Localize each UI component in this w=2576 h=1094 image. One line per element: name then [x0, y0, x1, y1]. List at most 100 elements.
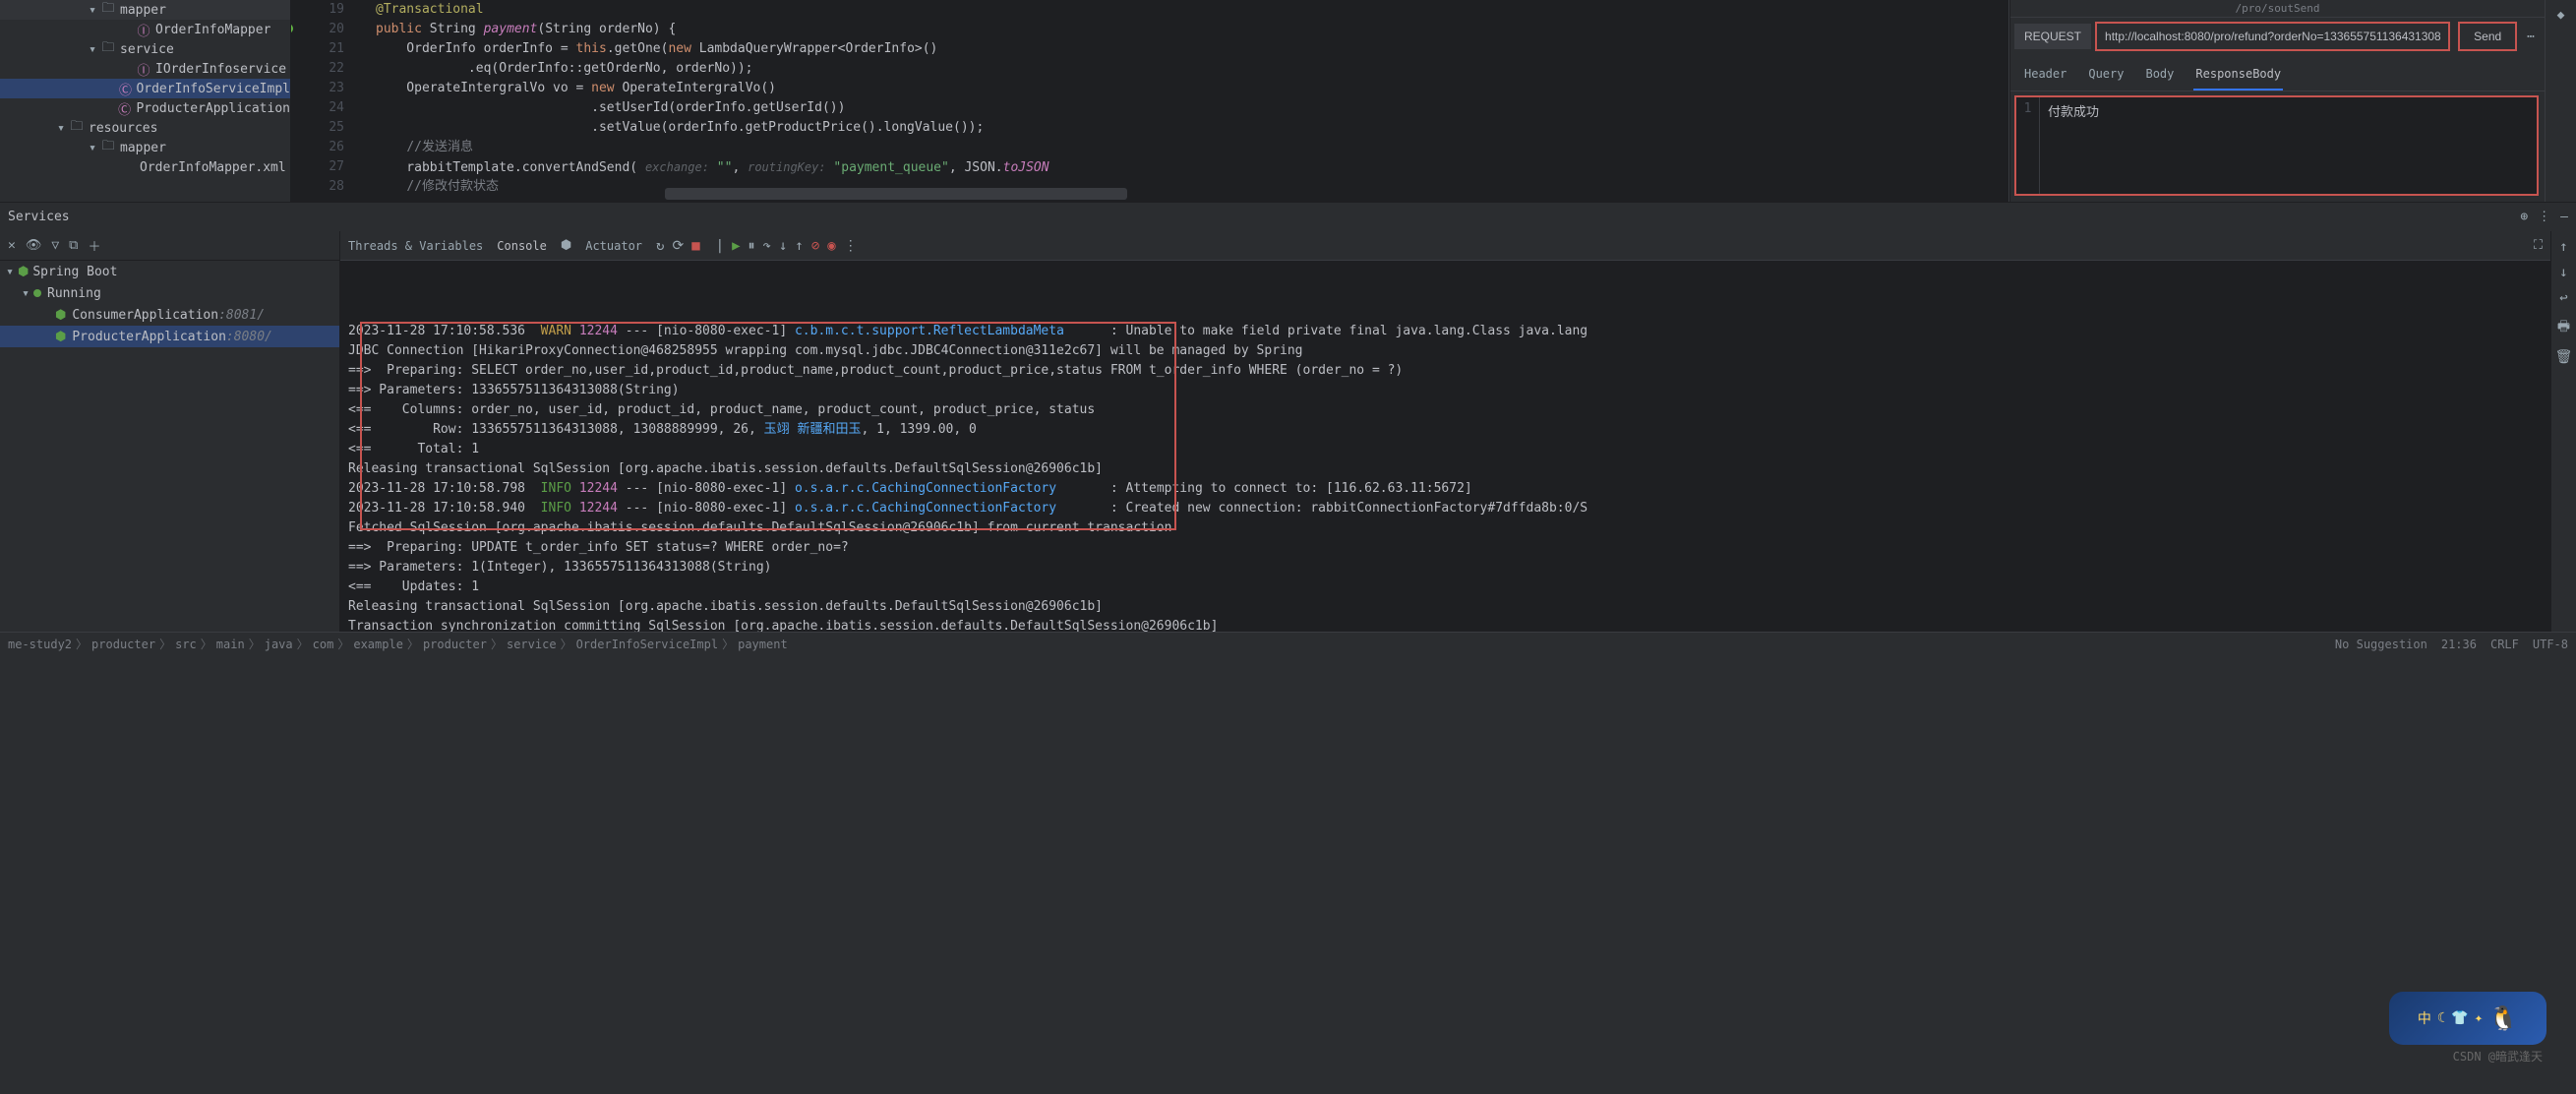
log-line: Releasing transactional SqlSession [org.…: [348, 459, 2543, 479]
console-panel: Threads & Variables Console ⬢ Actuator ↻…: [340, 231, 2550, 632]
http-tab-responsebody[interactable]: ResponseBody: [2193, 63, 2283, 91]
services-running-group[interactable]: ▾ Running: [0, 282, 339, 304]
chevron-down-icon[interactable]: ▾: [55, 122, 67, 134]
minimize-icon[interactable]: —: [2560, 210, 2568, 224]
services-root[interactable]: ▾ ⬢ Spring Boot: [0, 261, 339, 282]
tree-item[interactable]: ⒸOrderInfoServiceImpl: [0, 79, 290, 98]
floating-assistant-widget[interactable]: 中 ☾ 👕 ✦ 🐧: [2389, 992, 2546, 1045]
expand-icon[interactable]: ⛶: [2534, 238, 2543, 253]
log-line: <== Row: 1336557511364313088, 1308888999…: [348, 420, 2543, 440]
mascot-icon: 🐧: [2488, 1004, 2518, 1032]
tab-console[interactable]: Console: [497, 239, 547, 253]
breadcrumb-item[interactable]: producter: [423, 638, 487, 651]
breadcrumb-item[interactable]: service: [507, 638, 557, 651]
log-line: JDBC Connection [HikariProxyConnection@4…: [348, 341, 2543, 361]
tree-label: ProducterApplication: [136, 101, 290, 116]
filter-icon[interactable]: ▽: [51, 238, 59, 253]
layout-icon[interactable]: ⧉: [69, 238, 78, 253]
breadcrumb-item[interactable]: src: [175, 638, 197, 651]
breadcrumb-item[interactable]: OrderInfoServiceImpl: [576, 638, 719, 651]
interface-icon: Ⓘ: [136, 61, 151, 77]
scroll-down-icon[interactable]: ↓: [2559, 265, 2567, 280]
console-output[interactable]: 2023-11-28 17:10:58.536 WARN 12244 --- […: [340, 261, 2550, 632]
step-out-icon[interactable]: ↑: [795, 238, 803, 254]
response-gutter: 1: [2016, 97, 2040, 194]
more-icon[interactable]: ⋯: [2521, 30, 2541, 44]
folder-icon: 🗀: [100, 41, 116, 57]
caret-position[interactable]: 21:36: [2441, 638, 2477, 651]
log-line: <== Total: 1: [348, 440, 2543, 459]
view-breakpoints-icon[interactable]: ◉: [827, 238, 835, 254]
service-app-item[interactable]: ⬢ConsumerApplication :8081/: [0, 304, 339, 326]
file-encoding[interactable]: UTF-8: [2533, 638, 2568, 651]
tree-item[interactable]: ▾🗀service: [0, 39, 290, 59]
watermark: CSDN @暗武逢天: [2453, 1048, 2543, 1064]
chevron-down-icon[interactable]: ▾: [87, 142, 98, 153]
request-url-input[interactable]: [2095, 22, 2450, 51]
stop-icon[interactable]: ■: [691, 238, 699, 254]
tree-item[interactable]: ⒾIOrderInfoservice: [0, 59, 290, 79]
breadcrumb-item[interactable]: me-study2: [8, 638, 72, 651]
class-icon: Ⓒ: [117, 100, 133, 116]
more-vertical-icon[interactable]: ⋮: [2538, 210, 2550, 224]
tab-actuator[interactable]: Actuator: [585, 239, 642, 253]
log-line: 2023-11-28 17:10:58.940 INFO 12244 --- […: [348, 499, 2543, 518]
response-body-area[interactable]: 1 付款成功: [2014, 95, 2539, 196]
scroll-up-icon[interactable]: ↑: [2559, 239, 2567, 255]
refresh-icon[interactable]: ↻: [656, 238, 664, 254]
http-tab-header[interactable]: Header: [2022, 63, 2068, 91]
tab-threads[interactable]: Threads & Variables: [348, 239, 483, 253]
chevron-down-icon[interactable]: ▾: [87, 4, 98, 16]
breadcrumb-item[interactable]: producter: [91, 638, 155, 651]
services-tool-window-bar[interactable]: Services ⊕ ⋮ —: [0, 202, 2576, 231]
chevron-down-icon[interactable]: ▾: [87, 43, 98, 55]
tree-item[interactable]: ⒸProducterApplication: [0, 98, 290, 118]
folder-icon: 🗀: [69, 120, 85, 136]
clear-icon[interactable]: 🗑: [2555, 349, 2573, 365]
tree-item[interactable]: ⒾOrderInfoMapper: [0, 20, 290, 39]
add-icon[interactable]: ＋: [88, 236, 100, 255]
service-app-item[interactable]: ⬢ProducterApplication :8080/: [0, 326, 339, 347]
close-icon[interactable]: ✕: [8, 238, 16, 253]
running-indicator-icon: [33, 289, 41, 297]
breadcrumb-item[interactable]: payment: [738, 638, 788, 651]
console-side-toolbar: ↑ ↓ ↩ 🖶 🗑: [2550, 231, 2576, 632]
locate-icon[interactable]: ⊕: [2520, 210, 2528, 224]
request-method-button[interactable]: REQUEST: [2014, 24, 2091, 49]
http-tab-query[interactable]: Query: [2086, 63, 2126, 91]
console-tabs: Threads & Variables Console ⬢ Actuator ↻…: [340, 231, 2550, 261]
rerun-icon[interactable]: ⟳: [672, 238, 684, 254]
tree-label: resources: [89, 121, 157, 136]
mute-breakpoints-icon[interactable]: ⊘: [811, 238, 819, 254]
http-path-hint: /pro/soutSend: [2010, 0, 2545, 17]
resume-icon[interactable]: ▶: [732, 238, 740, 254]
tree-item[interactable]: ▾🗀mapper: [0, 138, 290, 157]
tree-item[interactable]: ▾🗀 resources: [0, 118, 290, 138]
services-tree[interactable]: ✕ 👁 ▽ ⧉ ＋ ▾ ⬢ Spring Boot ▾ Running ⬢Con…: [0, 231, 340, 632]
breadcrumb-item[interactable]: main: [216, 638, 245, 651]
breadcrumb-item[interactable]: example: [353, 638, 403, 651]
step-into-icon[interactable]: ↓: [779, 238, 787, 254]
more-icon[interactable]: ⋮: [844, 238, 858, 254]
running-app-icon: ⬢: [55, 308, 66, 323]
breadcrumb-item[interactable]: com: [313, 638, 334, 651]
tool-icon[interactable]: ◆: [2557, 4, 2565, 27]
print-icon[interactable]: 🖶: [2557, 316, 2570, 339]
log-line: Transaction synchronization committing S…: [348, 617, 2543, 632]
moon-icon: ☾: [2437, 1010, 2445, 1026]
line-separator[interactable]: CRLF: [2490, 638, 2519, 651]
code-editor[interactable]: 19202122232425262728 @Transactionalpubli…: [291, 0, 2009, 202]
breadcrumb[interactable]: me-study2〉producter〉src〉main〉java〉com〉ex…: [8, 636, 788, 652]
http-tab-body[interactable]: Body: [2143, 63, 2176, 91]
send-button[interactable]: Send: [2458, 22, 2517, 51]
breadcrumb-item[interactable]: java: [265, 638, 293, 651]
pause-icon[interactable]: ⏸: [749, 238, 755, 254]
editor-scrollbar[interactable]: [665, 188, 1127, 200]
log-line: Fetched SqlSession [org.apache.ibatis.se…: [348, 518, 2543, 538]
tree-item[interactable]: ▾🗀mapper: [0, 0, 290, 20]
project-tree[interactable]: ▾🗀mapperⒾOrderInfoMapper▾🗀serviceⒾIOrder…: [0, 0, 291, 202]
step-over-icon[interactable]: ↷: [763, 238, 771, 254]
soft-wrap-icon[interactable]: ↩: [2559, 290, 2567, 306]
tree-item[interactable]: OrderInfoMapper.xml: [0, 157, 290, 177]
visibility-icon[interactable]: 👁: [26, 238, 42, 253]
